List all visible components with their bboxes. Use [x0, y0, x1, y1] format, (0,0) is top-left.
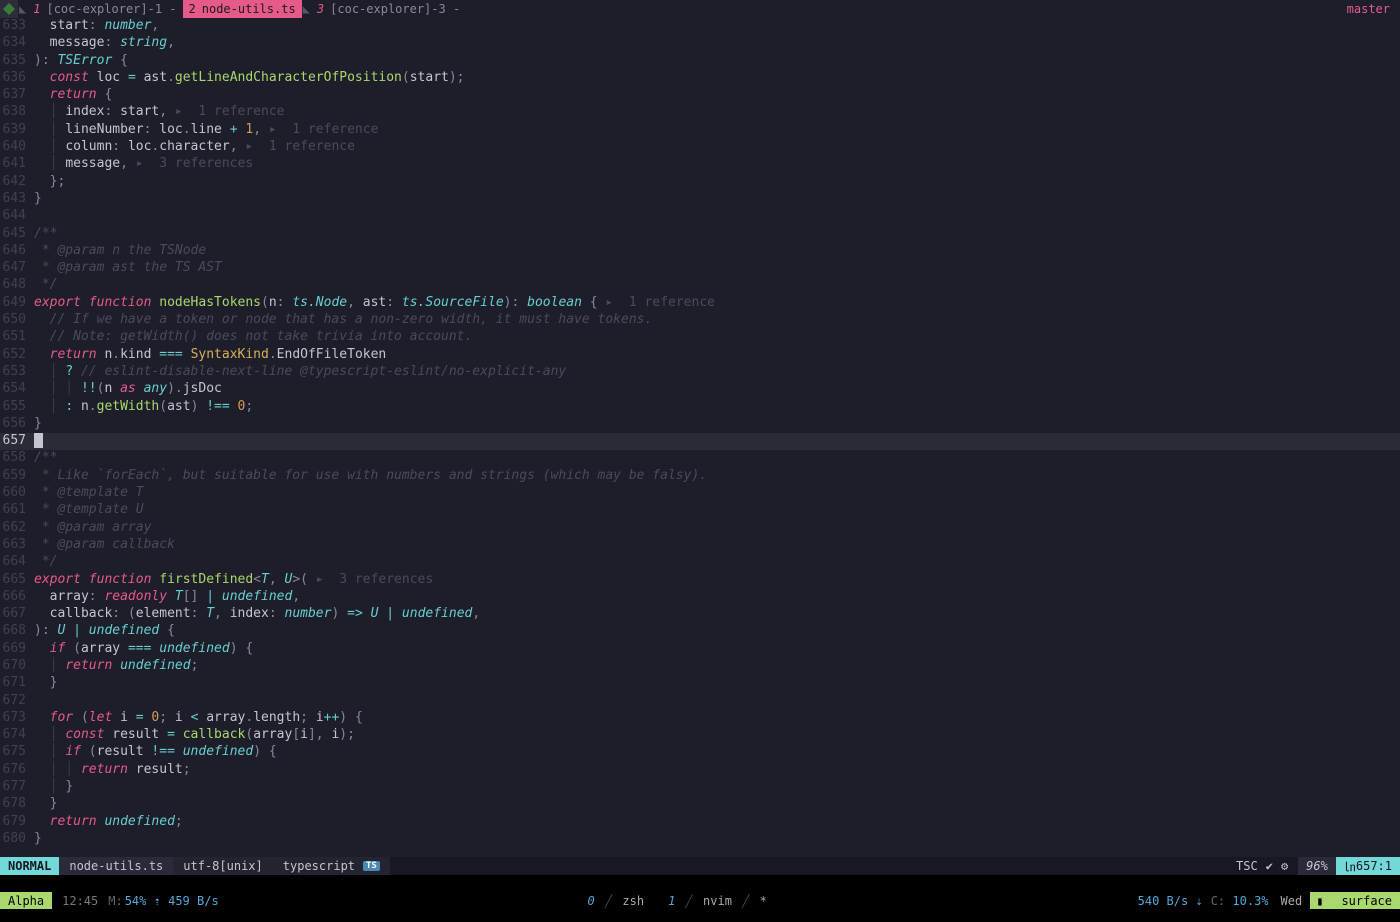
- vim-cmdline[interactable]: [0, 875, 1400, 892]
- tab-separator: ◣: [302, 2, 311, 16]
- tab-label: [coc-explorer]-1 -: [46, 2, 176, 16]
- cursor: [34, 433, 43, 448]
- statusline-percent: 96%: [1298, 857, 1336, 875]
- tmux-session[interactable]: Alpha: [0, 892, 52, 909]
- download-icon: ⇣: [1195, 894, 1202, 908]
- tmux-net-down: 540 B/s ⇣: [1134, 894, 1207, 908]
- tab-label: node-utils.ts: [202, 2, 296, 16]
- code-editor[interactable]: 633 start: number, 634 message: string, …: [0, 18, 1400, 858]
- tmux-window-1-active[interactable]: 1 ╱ nvim ╱ *: [664, 894, 771, 908]
- tmux-day: Wed: [1273, 894, 1311, 908]
- upload-icon: ⇡: [154, 894, 161, 908]
- statusline-lsp: TSC ✔ ⚙: [1226, 857, 1298, 875]
- statusline-encoding: utf-8[unix]: [173, 857, 272, 875]
- tmux-cpu: C: 10.3%: [1207, 894, 1273, 908]
- git-branch: master: [1337, 2, 1400, 16]
- tab-3[interactable]: 3 [coc-explorer]-3 -: [311, 0, 466, 18]
- tab-number: 2: [189, 2, 196, 16]
- ts-badge-icon: TS: [363, 861, 380, 871]
- vim-mode: NORMAL: [0, 857, 59, 875]
- vim-logo-icon: [0, 0, 18, 18]
- inlay-hint: ▸ 1 reference: [598, 295, 715, 310]
- tmux-mem-label: M:: [108, 894, 122, 908]
- tab-separator: ◣: [18, 2, 27, 16]
- gear-icon: ⚙: [1281, 859, 1288, 873]
- inlay-hint: ▸ 1 reference: [238, 139, 355, 154]
- check-icon: ✔: [1266, 859, 1273, 873]
- tab-number: 3: [317, 2, 324, 16]
- tab-1[interactable]: 1 [coc-explorer]-1 -: [27, 0, 182, 18]
- statusline-filename: node-utils.ts: [59, 857, 173, 875]
- battery-icon: ▮: [1316, 894, 1323, 908]
- tmux-hostname: surface: [1333, 892, 1400, 909]
- tmux-mem-pct: 54% ⇡ 459 B/s: [123, 894, 221, 908]
- tab-2-active[interactable]: 2 node-utils.ts: [183, 0, 302, 18]
- tmux-clock: 12:45: [52, 894, 108, 908]
- tmux-statusbar: Alpha 12:45 M: 54% ⇡ 459 B/s 0 ╱ zsh 1 ╱…: [0, 892, 1400, 909]
- tmux-battery: ▮: [1310, 892, 1333, 909]
- tab-number: 1: [33, 2, 40, 16]
- statusline-position: ㏑657:1: [1336, 857, 1400, 875]
- tab-label: [coc-explorer]-3 -: [330, 2, 460, 16]
- vim-statusline: NORMAL node-utils.ts utf-8[unix] typescr…: [0, 857, 1400, 875]
- tmux-window-0[interactable]: 0 ╱ zsh: [583, 894, 648, 908]
- statusline-filetype: typescript TS: [273, 857, 390, 875]
- inlay-hint: ▸ 3 references: [308, 572, 433, 587]
- inlay-hint: ▸ 1 reference: [167, 104, 284, 119]
- tab-bar: ◣ 1 [coc-explorer]-1 - 2 node-utils.ts ◣…: [0, 0, 1400, 18]
- linecol-icon: ㏑: [1344, 858, 1356, 875]
- current-line: 657: [0, 433, 1400, 450]
- inlay-hint: ▸ 1 reference: [261, 122, 378, 137]
- inlay-hint: ▸ 3 references: [128, 156, 253, 171]
